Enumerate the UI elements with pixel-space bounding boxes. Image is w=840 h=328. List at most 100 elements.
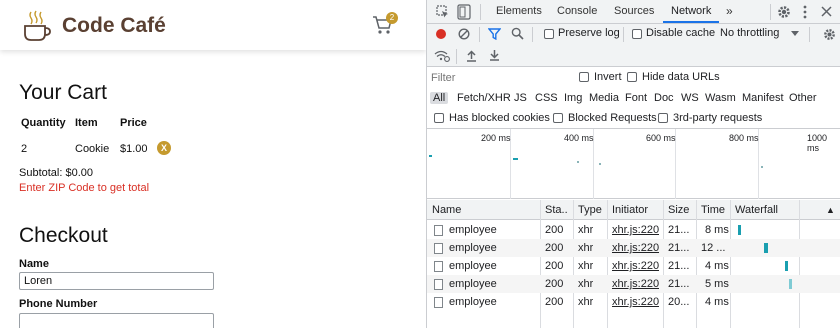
subtotal: Subtotal: $0.00 (19, 167, 94, 179)
sort-ascending-icon[interactable]: ▲ (826, 205, 835, 215)
export-har-icon[interactable] (489, 49, 500, 61)
request-initiator-link[interactable]: xhr.js:220 (612, 260, 659, 272)
blocked-filters: Has blocked cookies Blocked Requests 3rd… (427, 109, 840, 129)
more-tabs-button[interactable]: » (726, 0, 733, 23)
cart-quantity: 2 (21, 143, 28, 155)
third-party-checkbox[interactable] (658, 113, 668, 123)
overview-tick: 800 ms (729, 133, 759, 143)
preserve-log-label: Preserve log (558, 27, 620, 39)
search-icon[interactable] (511, 27, 524, 40)
type-filter-wasm[interactable]: Wasm (705, 92, 736, 104)
table-row[interactable]: employee 200 xhr xhr.js:220 21... 4 ms (427, 257, 840, 275)
throttling-select[interactable]: No throttling (720, 27, 779, 39)
request-initiator-link[interactable]: xhr.js:220 (612, 242, 659, 254)
type-filter-manifest[interactable]: Manifest (742, 92, 784, 104)
request-type: xhr (578, 278, 594, 290)
overview-tick: 200 ms (481, 133, 511, 143)
inspect-element-icon[interactable] (436, 5, 450, 19)
type-filter-media[interactable]: Media (589, 92, 619, 104)
column-name[interactable]: Name (432, 204, 461, 216)
column-waterfall[interactable]: Waterfall (735, 204, 778, 216)
site-header: Code Café 2 (0, 0, 426, 50)
tab-elements[interactable]: Elements (496, 0, 542, 23)
type-filter-img[interactable]: Img (564, 92, 582, 104)
table-row[interactable]: employee 200 xhr xhr.js:220 21... 12 ... (427, 239, 840, 257)
dropdown-arrow-icon[interactable] (791, 31, 799, 37)
phone-field[interactable] (19, 313, 214, 328)
name-label: Name (19, 258, 49, 270)
column-status[interactable]: Sta.. (545, 204, 568, 216)
request-name[interactable]: employee (449, 296, 497, 308)
cart-heading: Your Cart (19, 81, 107, 104)
brand-title[interactable]: Code Café (62, 14, 166, 38)
type-filter-other[interactable]: Other (789, 92, 817, 104)
invert-checkbox[interactable] (579, 72, 589, 82)
overview-request-mark (599, 163, 601, 165)
item-header: Item (75, 117, 98, 129)
table-row[interactable]: employee 200 xhr xhr.js:220 21... 8 ms (427, 221, 840, 239)
request-size: 20... (668, 296, 690, 308)
third-party-label: 3rd-party requests (673, 112, 763, 124)
filter-input[interactable] (431, 70, 567, 86)
request-initiator-link[interactable]: xhr.js:220 (612, 296, 659, 308)
name-field[interactable] (19, 272, 214, 290)
more-options-icon[interactable] (802, 5, 808, 19)
network-overview-timeline[interactable]: 200 ms 400 ms 600 ms 800 ms 1000 ms (427, 129, 840, 199)
import-har-icon[interactable] (466, 50, 477, 62)
cart-item: Cookie (75, 143, 110, 155)
device-toolbar-icon[interactable] (457, 4, 471, 20)
type-filter-ws[interactable]: WS (681, 92, 699, 104)
waterfall-bar (764, 243, 768, 253)
close-icon[interactable] (821, 6, 832, 17)
waterfall-bar (738, 225, 741, 235)
file-icon (434, 243, 443, 254)
type-filter-fetch-xhr[interactable]: Fetch/XHR (457, 92, 511, 104)
filter-icon[interactable] (488, 28, 501, 40)
file-icon (434, 279, 443, 290)
request-size: 21... (668, 224, 690, 236)
blocked-requests-checkbox[interactable] (553, 113, 563, 123)
request-name[interactable]: employee (449, 278, 497, 290)
request-size: 21... (668, 278, 690, 290)
column-initiator[interactable]: Initiator (612, 204, 648, 216)
column-type[interactable]: Type (578, 204, 602, 216)
settings-gear-icon[interactable] (777, 5, 791, 19)
remove-item-button[interactable]: X (157, 141, 171, 155)
preserve-log-checkbox[interactable] (544, 29, 554, 39)
checkout-heading: Checkout (19, 224, 108, 247)
file-icon (434, 225, 443, 236)
type-filter-all[interactable]: All (430, 92, 449, 104)
record-icon[interactable] (435, 28, 447, 40)
tab-sources[interactable]: Sources (614, 0, 654, 23)
clear-icon[interactable] (458, 28, 470, 40)
type-filter-css[interactable]: CSS (535, 92, 558, 104)
type-filter-doc[interactable]: Doc (654, 92, 674, 104)
request-initiator-link[interactable]: xhr.js:220 (612, 278, 659, 290)
disable-cache-label: Disable cache (646, 27, 716, 39)
request-initiator-link[interactable]: xhr.js:220 (612, 224, 659, 236)
table-row[interactable]: employee 200 xhr xhr.js:220 20... 4 ms (427, 293, 840, 311)
network-conditions-icon[interactable] (434, 50, 450, 62)
overview-tick: 600 ms (646, 133, 676, 143)
request-name[interactable]: employee (449, 242, 497, 254)
invert-label: Invert (594, 71, 622, 83)
tab-network[interactable]: Network (663, 0, 720, 23)
request-time: 4 ms (705, 296, 729, 308)
coffee-cup-icon[interactable] (22, 10, 52, 42)
network-settings-icon[interactable] (823, 28, 836, 41)
request-time: 8 ms (705, 224, 729, 236)
type-filter-js[interactable]: JS (514, 92, 527, 104)
request-status: 200 (545, 278, 564, 290)
column-size[interactable]: Size (668, 204, 689, 216)
disable-cache-checkbox[interactable] (632, 29, 642, 39)
hide-data-urls-checkbox[interactable] (627, 72, 637, 82)
type-filter-font[interactable]: Font (625, 92, 647, 104)
blocked-cookies-checkbox[interactable] (434, 113, 444, 123)
toolbar-divider (770, 4, 771, 20)
table-row[interactable]: employee 200 xhr xhr.js:220 21... 5 ms (427, 275, 840, 293)
file-icon (434, 261, 443, 272)
tab-console[interactable]: Console (557, 0, 597, 23)
request-name[interactable]: employee (449, 224, 497, 236)
request-name[interactable]: employee (449, 260, 497, 272)
column-time[interactable]: Time (701, 204, 725, 216)
